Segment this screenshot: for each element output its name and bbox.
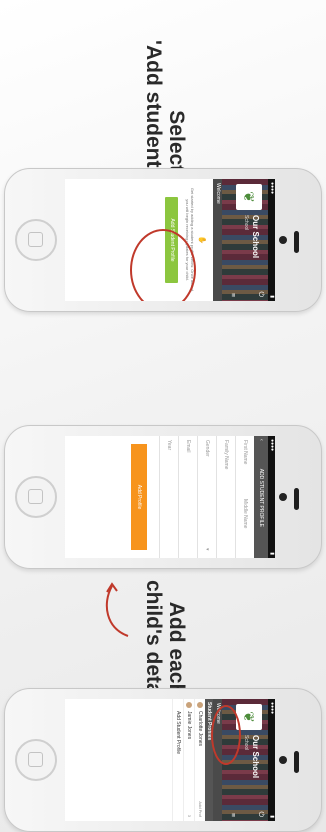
school-name: Our School [251, 735, 260, 779]
status-bar: ●●●● ▮ [268, 179, 275, 301]
home-button [15, 739, 57, 781]
avatar [186, 702, 192, 708]
student-profiles-header: Student Profiles [205, 699, 213, 821]
speaker [294, 751, 299, 773]
student-row[interactable]: Charlotte Jones Add Prof [194, 699, 205, 821]
home-button [15, 476, 57, 518]
family-name-field[interactable]: Family Name [216, 436, 235, 558]
school-name: Our School [251, 215, 260, 259]
add-profile-button[interactable]: Add Profile [131, 444, 147, 550]
student-note: Add Prof [198, 801, 203, 817]
school-subtitle: School [243, 735, 249, 751]
student-name: Charlotte Jones [197, 711, 203, 747]
dropdown-icon: ▾ [204, 548, 210, 551]
nav-title: ADD STUDENT PROFILE [258, 468, 264, 527]
power-icon[interactable]: ⏻ [256, 811, 264, 817]
student-note: 3 [187, 814, 192, 817]
camera [279, 236, 287, 244]
wave-icon: ✋ [198, 235, 205, 245]
status-bar: ●●●● ▮ [268, 436, 275, 558]
phone-1: ●●●● ▮ ❦ Our School School ⏻ ≡ Welcome ✋ … [4, 168, 322, 312]
power-icon[interactable]: ⏻ [256, 291, 264, 297]
welcome-bar[interactable]: Welcome [213, 179, 222, 301]
student-row[interactable]: Jamie Jones 3 [183, 699, 194, 821]
phone-3-screen: ●●●● ▮ ❦ Our School School ⏻ ≡ Welcome St… [65, 699, 275, 821]
nav-bar: ‹ ADD STUDENT PROFILE [254, 436, 268, 558]
menu-icon[interactable]: ≡ [229, 293, 236, 297]
year-field[interactable]: Year [159, 436, 178, 558]
phone-1-screen: ●●●● ▮ ❦ Our School School ⏻ ≡ Welcome ✋ … [65, 179, 275, 301]
school-subtitle: School [243, 215, 249, 231]
annotation-circle [130, 229, 196, 301]
curved-arrow-icon [105, 582, 129, 637]
phone-2: ●●●● ▮ ‹ ADD STUDENT PROFILE First Name Mi… [4, 425, 322, 569]
email-field[interactable]: Email [178, 436, 197, 558]
add-student-profile-link[interactable]: Add Student Profile [172, 699, 183, 821]
gender-select[interactable]: Gender ▾ [197, 436, 216, 558]
status-bar: ●●●● ▮ [268, 699, 275, 821]
school-logo: ❦ [236, 184, 262, 210]
annotation-circle [211, 705, 241, 765]
home-button [15, 219, 57, 261]
first-name-field[interactable]: First Name Middle Name [235, 436, 254, 558]
speaker [294, 488, 299, 510]
phone-3: ●●●● ▮ ❦ Our School School ⏻ ≡ Welcome St… [4, 688, 322, 832]
school-banner: ❦ Our School School ⏻ ≡ [222, 179, 268, 301]
student-name: Jamie Jones [186, 711, 192, 740]
avatar [197, 702, 203, 708]
camera [279, 493, 287, 501]
phone-2-screen: ●●●● ▮ ‹ ADD STUDENT PROFILE First Name Mi… [65, 436, 275, 558]
camera [279, 756, 287, 764]
speaker [294, 231, 299, 253]
menu-icon[interactable]: ≡ [229, 813, 236, 817]
